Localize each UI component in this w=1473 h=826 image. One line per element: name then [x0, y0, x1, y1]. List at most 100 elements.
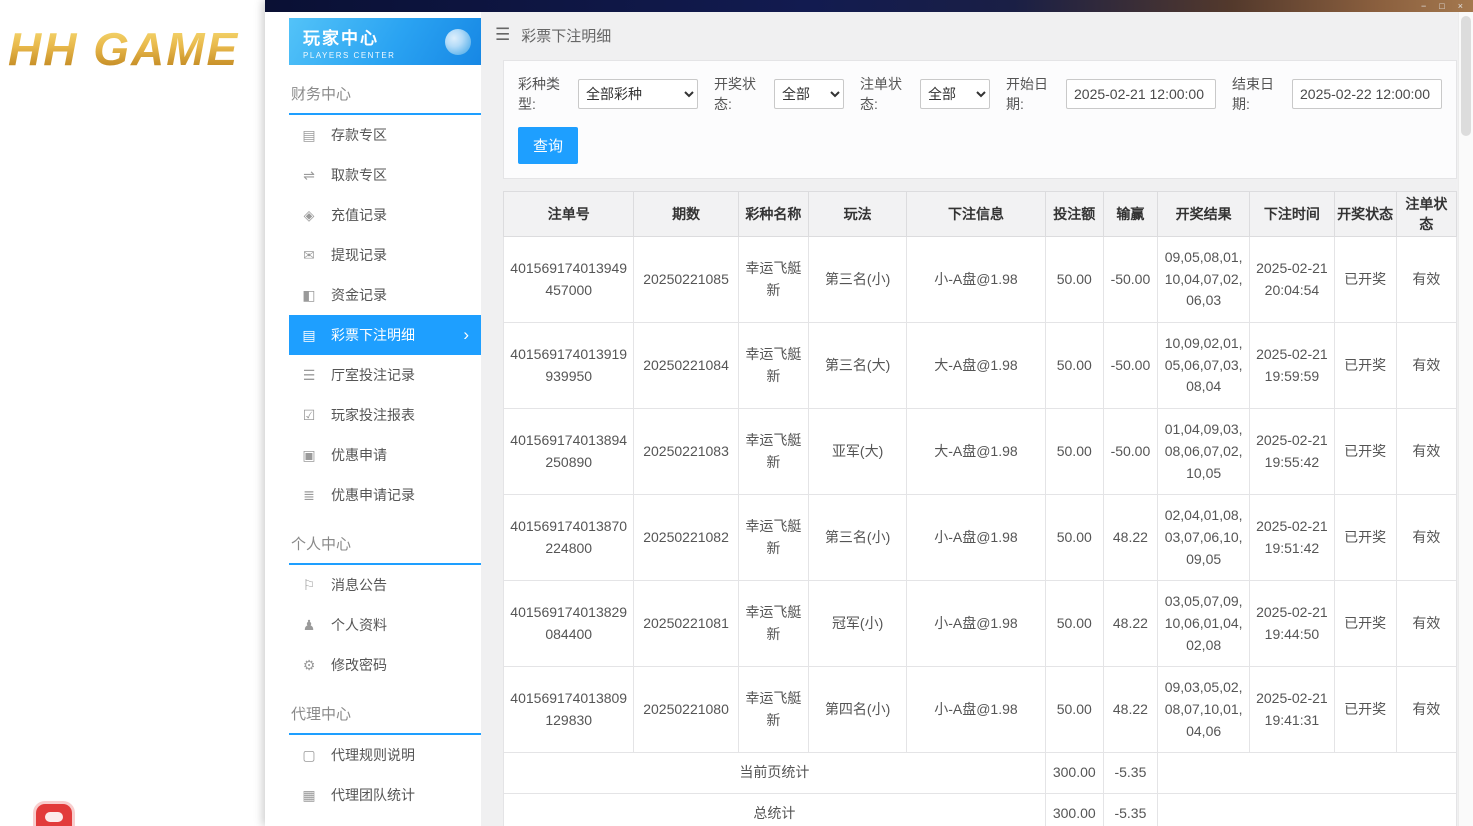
maximize-icon[interactable]: □ [1439, 0, 1444, 12]
summary-empty [1157, 752, 1457, 795]
table-cell: 已开奖 [1333, 666, 1397, 754]
summary-label: 当前页统计 [503, 752, 1046, 795]
sidebar-item-funds-records[interactable]: ◧ 资金记录 [289, 275, 481, 315]
table-cell: 50.00 [1044, 235, 1104, 324]
scrollbar-thumb[interactable] [1461, 16, 1471, 136]
column-header: 玩法 [807, 191, 908, 237]
table-cell: 01,04,09,03,08,06,07,02,10,05 [1156, 408, 1251, 496]
column-header: 下注时间 [1249, 191, 1335, 237]
summary-empty [1157, 793, 1457, 826]
start-date-input[interactable] [1066, 79, 1216, 109]
sidebar-item-label: 个人资料 [331, 617, 387, 633]
bet-status-select[interactable]: 全部 [920, 79, 990, 109]
table-cell: 401569174013949457000 [502, 235, 635, 324]
close-icon[interactable]: × [1458, 0, 1463, 12]
table-cell: 48.22 [1102, 580, 1159, 668]
sidebar-item-label: 厅室投注记录 [331, 367, 415, 383]
menu-toggle-icon[interactable]: ☰ [495, 25, 510, 45]
sidebar-item-label: 代理团队统计 [331, 787, 415, 803]
sidebar-item-promo-apply[interactable]: ▣ 优惠申请 [289, 435, 481, 475]
sidebar-item-lottery-bet-details[interactable]: ▤ 彩票下注明细 › [289, 315, 481, 355]
filter-panel: 彩种类型: 全部彩种 开奖状态: 全部 注单状态: 全部 开始日期: 2025-… [503, 60, 1457, 179]
sidebar-item-withdraw-zone[interactable]: ⇌ 取款专区 [289, 155, 481, 195]
draw-status-label: 开奖状态: [714, 76, 756, 112]
table-cell: 50.00 [1044, 322, 1104, 410]
announcement-bell-icon: ⚐ [302, 576, 316, 593]
user-profile-icon: ♟ [302, 616, 316, 633]
end-date-label: 结束日期: [1232, 76, 1274, 112]
column-header: 期数 [633, 191, 739, 237]
sidebar-item-cashout-records[interactable]: ✉ 提现记录 [289, 235, 481, 275]
start-date-label: 开始日期: [1006, 76, 1048, 112]
chat-bubble-icon[interactable] [36, 804, 72, 826]
sidebar-item-promo-apply-records[interactable]: ≣ 优惠申请记录 [289, 475, 481, 515]
table-cell: 幸运飞艇新 [737, 408, 809, 496]
hall-bet-record-icon: ☰ [302, 366, 316, 383]
content-topbar: ☰ 彩票下注明细 [481, 12, 1473, 58]
query-button[interactable]: 查询 [518, 127, 579, 164]
table-row: 401569174013870224800 20250221082 幸运飞艇新 第三名… [502, 494, 1458, 582]
sidebar-item-label: 消息公告 [331, 577, 387, 593]
sidebar-header: 玩家中心 PLAYERS CENTER [289, 18, 481, 65]
sidebar: 玩家中心 PLAYERS CENTER 财务中心 ▤ 存款专区 ⇌ 取款专区 ◈ 充值记录 ✉… [265, 12, 481, 826]
sidebar-item-hall-bet-records[interactable]: ☰ 厅室投注记录 [289, 355, 481, 395]
table-cell: 50.00 [1044, 580, 1104, 668]
document-icon: ▢ [302, 746, 316, 763]
table-cell: 有效 [1395, 322, 1458, 410]
column-header: 下注信息 [906, 191, 1046, 237]
table-cell: 幸运飞艇新 [737, 322, 809, 410]
table-cell: 已开奖 [1333, 408, 1397, 496]
table-cell: 401569174013870224800 [502, 494, 635, 582]
table-cell: 已开奖 [1333, 580, 1397, 668]
page-title: 彩票下注明细 [521, 27, 612, 45]
sidebar-item-agent-rules[interactable]: ▢ 代理规则说明 [289, 735, 481, 775]
table-cell: 冠军(小) [807, 580, 908, 668]
sidebar-item-announcements[interactable]: ⚐ 消息公告 [289, 565, 481, 605]
lottery-type-label: 彩种类型: [518, 76, 560, 112]
sidebar-item-label: 玩家投注报表 [331, 407, 415, 423]
table-row: 401569174013829084400 20250221081 幸运飞艇新 冠军(… [502, 580, 1458, 668]
draw-status-select[interactable]: 全部 [774, 79, 844, 109]
table-cell: 大-A盘@1.98 [906, 322, 1046, 410]
summary-bet-total: 300.00 [1044, 793, 1104, 826]
table-cell: 2025-02-21 19:59:59 [1249, 322, 1335, 410]
column-header: 开奖状态 [1333, 191, 1397, 237]
gear-icon: ⚙ [302, 656, 316, 673]
scrollbar[interactable] [1458, 12, 1473, 826]
table-cell: 小-A盘@1.98 [906, 580, 1046, 668]
column-header: 开奖结果 [1156, 191, 1251, 237]
app-window: − □ × 玩家中心 PLAYERS CENTER 财务中心 ▤ 存款专区 ⇌ 取款专区… [265, 0, 1473, 826]
end-date-input[interactable] [1292, 79, 1442, 109]
table-cell: -50.00 [1102, 322, 1159, 410]
table-cell: 20250221085 [633, 235, 739, 324]
table-cell: 09,03,05,02,08,07,10,01,04,06 [1156, 666, 1251, 754]
column-header: 彩种名称 [737, 191, 809, 237]
recharge-record-icon: ◈ [303, 206, 315, 223]
minimize-icon[interactable]: − [1421, 0, 1426, 12]
table-cell: 有效 [1395, 666, 1458, 754]
table-cell: 02,04,01,08,03,07,06,10,09,05 [1156, 494, 1251, 582]
brand-area: HH GAME [0, 0, 265, 826]
sidebar-item-change-password[interactable]: ⚙ 修改密码 [289, 645, 481, 685]
sidebar-item-label: 充值记录 [331, 207, 387, 223]
table-cell: 20250221084 [633, 322, 739, 410]
table-cell: 第三名(小) [807, 235, 908, 324]
sidebar-subtitle: PLAYERS CENTER [303, 50, 396, 60]
sidebar-item-deposit-zone[interactable]: ▤ 存款专区 [289, 115, 481, 155]
table-row: 401569174013894250890 20250221083 幸运飞艇新 亚军(… [502, 408, 1458, 496]
sidebar-item-profile[interactable]: ♟ 个人资料 [289, 605, 481, 645]
chevron-right-icon: › [463, 325, 469, 344]
lottery-type-select[interactable]: 全部彩种 [578, 79, 698, 109]
table-cell: 48.22 [1102, 494, 1159, 582]
sidebar-nav: 财务中心 ▤ 存款专区 ⇌ 取款专区 ◈ 充值记录 ✉ 提现记录 ◧ 资金记录 ▤ 彩票下注明细 › ☰ 厅室… [289, 83, 481, 815]
sidebar-item-player-bet-report[interactable]: ☑ 玩家投注报表 [289, 395, 481, 435]
team-stats-icon: ▦ [302, 786, 316, 803]
sidebar-item-agent-team-stats[interactable]: ▦ 代理团队统计 [289, 775, 481, 815]
table-cell: 有效 [1395, 408, 1458, 496]
column-header: 注单号 [502, 191, 635, 237]
sidebar-item-label: 代理规则说明 [331, 747, 415, 763]
promo-apply-record-icon: ≣ [303, 486, 315, 503]
table-cell: 401569174013809129830 [502, 666, 635, 754]
sidebar-item-label: 取款专区 [331, 167, 387, 183]
sidebar-item-recharge-records[interactable]: ◈ 充值记录 [289, 195, 481, 235]
